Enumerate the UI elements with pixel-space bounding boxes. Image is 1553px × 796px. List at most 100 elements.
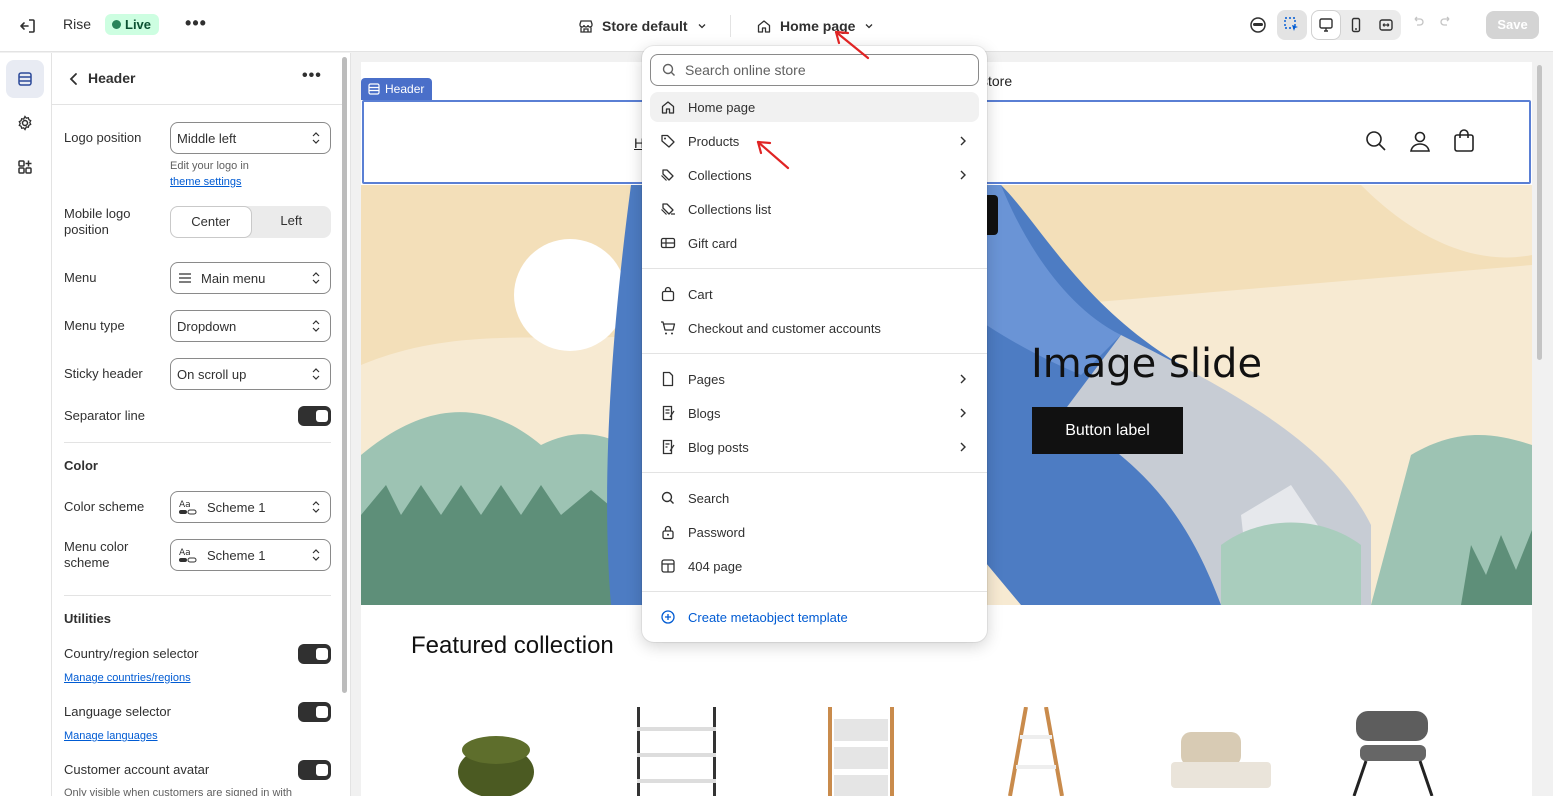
country-selector-toggle[interactable] bbox=[298, 644, 331, 664]
product-bed-image[interactable] bbox=[1171, 732, 1271, 796]
product-drawer-image[interactable] bbox=[826, 707, 896, 796]
home-icon bbox=[757, 20, 771, 33]
divider bbox=[642, 353, 987, 354]
menu-label: Menu bbox=[64, 270, 97, 285]
product-chair-image[interactable] bbox=[451, 722, 541, 796]
bag-icon bbox=[661, 286, 675, 302]
annotation-arrow-icon bbox=[756, 140, 790, 170]
create-metaobject-template-button[interactable]: Create metaobject template bbox=[650, 602, 979, 632]
header-icons bbox=[1364, 129, 1476, 153]
dropdown-item-password[interactable]: Password bbox=[650, 517, 979, 547]
mobile-logo-left-option[interactable]: Left bbox=[252, 206, 332, 238]
top-bar: Rise Live ••• Store default Home page Sa… bbox=[0, 0, 1553, 52]
store-selector[interactable]: Store default bbox=[578, 14, 708, 38]
plus-circle-icon bbox=[661, 610, 675, 624]
dropdown-item-cart[interactable]: Cart bbox=[650, 279, 979, 309]
store-selector-label: Store default bbox=[602, 18, 688, 34]
dropdown-item-pages[interactable]: Pages bbox=[650, 364, 979, 394]
exit-icon[interactable] bbox=[16, 14, 40, 38]
manage-countries-link[interactable]: Manage countries/regions bbox=[64, 672, 191, 684]
dropdown-item-label: Password bbox=[688, 524, 746, 540]
divider bbox=[64, 442, 331, 443]
dropdown-item-label: Products bbox=[688, 133, 740, 149]
customer-avatar-toggle[interactable] bbox=[298, 760, 331, 780]
dropdown-item-collections[interactable]: Collections bbox=[650, 160, 979, 190]
svg-text:Aa: Aa bbox=[179, 548, 191, 558]
dropdown-item-home-page[interactable]: Home page bbox=[650, 92, 979, 122]
select-chevron-icon bbox=[312, 368, 320, 380]
select-chevron-icon bbox=[312, 320, 320, 332]
gear-icon[interactable] bbox=[6, 104, 44, 142]
language-selector-toggle[interactable] bbox=[298, 702, 331, 722]
dropdown-item-label: Home page bbox=[688, 99, 756, 115]
utilities-heading: Utilities bbox=[64, 611, 111, 626]
home-icon bbox=[661, 101, 675, 114]
inspector-icon[interactable] bbox=[1277, 10, 1307, 40]
header-section-tag[interactable]: Header bbox=[361, 78, 433, 100]
mobile-logo-center-option[interactable]: Center bbox=[170, 206, 252, 238]
search-icon bbox=[662, 63, 675, 76]
dropdown-item-blogs[interactable]: Blogs bbox=[650, 398, 979, 428]
panel-scrollbar[interactable] bbox=[342, 57, 347, 693]
more-actions-icon[interactable]: ••• bbox=[184, 14, 208, 38]
sidekick-icon[interactable] bbox=[1243, 10, 1273, 40]
mobile-logo-label-1: Mobile logo bbox=[64, 206, 131, 221]
menu-color-scheme-select[interactable]: Aa Scheme 1 bbox=[170, 539, 331, 571]
dropdown-item-search[interactable]: Search bbox=[650, 483, 979, 513]
preview-scrollbar[interactable] bbox=[1537, 65, 1542, 360]
menu-type-label: Menu type bbox=[64, 318, 125, 333]
customer-avatar-hint: Only visible when customers are signed i… bbox=[64, 787, 293, 796]
menu-type-select[interactable]: Dropdown bbox=[170, 310, 331, 342]
back-icon[interactable] bbox=[64, 69, 84, 89]
product-shelf-image[interactable] bbox=[631, 707, 721, 796]
dropdown-item-gift-card[interactable]: Gift card bbox=[650, 228, 979, 258]
blog-post-icon bbox=[662, 439, 675, 455]
dropdown-item-label: Gift card bbox=[688, 235, 738, 251]
sticky-header-select[interactable]: On scroll up bbox=[170, 358, 331, 390]
dropdown-item-404-page[interactable]: 404 page bbox=[650, 551, 979, 581]
separator-line-toggle[interactable] bbox=[298, 406, 331, 426]
product-armchair-image[interactable] bbox=[1346, 707, 1441, 796]
404-icon bbox=[661, 559, 675, 573]
dropdown-item-collections-list[interactable]: Collections list bbox=[650, 194, 979, 224]
create-metaobject-template-label: Create metaobject template bbox=[688, 609, 848, 625]
undo-icon[interactable] bbox=[1410, 14, 1426, 30]
hero-button[interactable]: Button label bbox=[1032, 407, 1183, 454]
desktop-view-icon[interactable] bbox=[1311, 10, 1341, 40]
header-section-tag-label: Header bbox=[385, 82, 425, 96]
featured-collection-title: Featured collection bbox=[411, 632, 614, 659]
mobile-logo-label-2: position bbox=[64, 222, 109, 237]
dropdown-item-label: Blogs bbox=[688, 405, 721, 421]
color-scheme-select[interactable]: Aa Scheme 1 bbox=[170, 491, 331, 523]
country-selector-label: Country/region selector bbox=[64, 646, 199, 661]
product-ladder-image[interactable] bbox=[1006, 707, 1066, 796]
cart-icon[interactable] bbox=[1452, 129, 1476, 153]
manage-languages-link[interactable]: Manage languages bbox=[64, 730, 158, 742]
logo-position-select[interactable]: Middle left bbox=[170, 122, 331, 154]
dropdown-item-label: Collections bbox=[688, 167, 752, 183]
full-width-icon[interactable] bbox=[1371, 10, 1401, 40]
mobile-view-icon[interactable] bbox=[1341, 10, 1371, 40]
dropdown-item-blog-posts[interactable]: Blog posts bbox=[650, 432, 979, 462]
customer-avatar-label: Customer account avatar bbox=[64, 762, 210, 777]
menu-select[interactable]: Main menu bbox=[170, 262, 331, 294]
save-button[interactable]: Save bbox=[1486, 11, 1539, 39]
theme-settings-link[interactable]: theme settings bbox=[170, 176, 242, 188]
account-icon[interactable] bbox=[1408, 129, 1432, 153]
dropdown-item-products[interactable]: Products bbox=[650, 126, 979, 156]
history-controls bbox=[1410, 14, 1454, 30]
select-chevron-icon bbox=[312, 549, 320, 561]
select-chevron-icon bbox=[312, 501, 320, 513]
panel-header: Header ••• bbox=[52, 53, 342, 105]
more-options-icon[interactable]: ••• bbox=[302, 67, 322, 85]
apps-icon[interactable] bbox=[6, 148, 44, 186]
dropdown-item-checkout[interactable]: Checkout and customer accounts bbox=[650, 313, 979, 343]
search-field[interactable]: Search online store bbox=[650, 54, 979, 86]
redo-icon[interactable] bbox=[1438, 14, 1454, 30]
live-badge: Live bbox=[105, 14, 160, 35]
menu-type-value: Dropdown bbox=[177, 318, 237, 334]
sections-icon[interactable] bbox=[6, 60, 44, 98]
search-icon[interactable] bbox=[1364, 129, 1388, 153]
color-heading: Color bbox=[64, 458, 98, 473]
search-icon bbox=[661, 491, 674, 504]
